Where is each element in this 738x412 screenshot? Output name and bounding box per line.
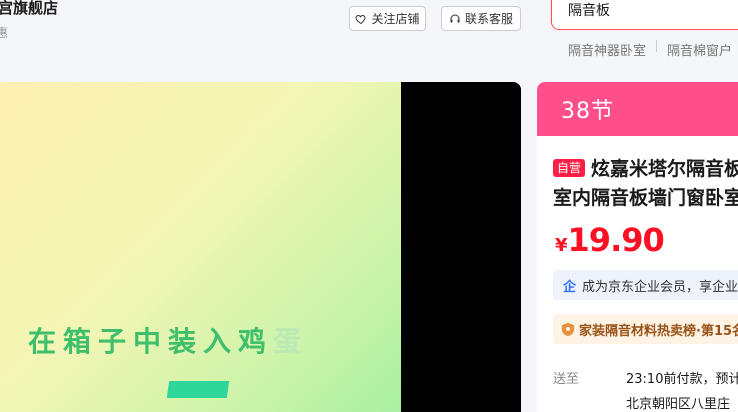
image-caption-main: 在箱子中装入鸡 <box>28 325 274 358</box>
promo-banner: 38节 <box>537 82 738 136</box>
product-price: ¥19.90 <box>555 221 665 259</box>
enterprise-icon: 企 <box>563 279 577 295</box>
heart-icon <box>355 14 367 24</box>
store-name[interactable]: 宫旗舰店 <box>0 0 58 18</box>
hot-word-link[interactable]: 隔音神器卧室 <box>568 40 646 59</box>
delivery-label: 送至 <box>553 372 580 387</box>
enterprise-member-banner[interactable]: 企 成为京东企业会员，享企业 <box>553 270 738 300</box>
store-header: 宫旗舰店 惠 关注店铺 联系客服 隔音神器卧室 隔音棉窗户 <box>0 0 738 70</box>
hot-word-divider <box>656 40 658 52</box>
video-panel[interactable] <box>401 82 521 412</box>
hot-word-link[interactable]: 隔音棉窗户 <box>667 40 732 59</box>
product-main-image[interactable]: 在箱子中装入鸡蛋 <box>0 82 401 412</box>
delivery-time: 23:10前付款，预计 <box>626 372 738 387</box>
contact-service-label: 联系客服 <box>464 12 513 26</box>
image-caption: 在箱子中装入鸡蛋 <box>28 320 308 360</box>
price-currency: ¥ <box>555 235 568 256</box>
follow-store-label: 关注店铺 <box>371 12 420 26</box>
headset-icon <box>450 14 460 22</box>
product-title-line2: 室内隔音板墙门窗卧室 <box>553 187 738 209</box>
promo-title: 38节 <box>561 99 614 124</box>
caption-underline-bar <box>166 381 230 398</box>
search-box[interactable] <box>551 0 738 30</box>
enterprise-text: 成为京东企业会员，享企业 <box>582 279 738 295</box>
delivery-address[interactable]: 北京朝阳区八里庄 <box>626 393 730 412</box>
shield-badge-icon <box>562 322 574 336</box>
contact-service-button[interactable]: 联系客服 <box>441 6 521 31</box>
product-info-panel: 38节 自营 炫嘉米塔尔隔音板 室内隔音板墙门窗卧室 ¥19.90 企 成为京东企… <box>537 82 738 412</box>
price-value: 19.90 <box>567 221 665 259</box>
store-subtitle: 惠 <box>0 26 9 40</box>
bestseller-rank-banner[interactable]: 家装隔音材料热卖榜·第15名 <box>553 314 738 344</box>
hot-search-words: 隔音神器卧室 隔音棉窗户 <box>568 40 732 59</box>
product-gallery[interactable]: 在箱子中装入鸡蛋 <box>0 82 521 412</box>
self-operated-badge: 自营 <box>553 159 586 177</box>
product-title: 自营 炫嘉米塔尔隔音板 室内隔音板墙门窗卧室 <box>553 155 738 213</box>
image-caption-fade: 蛋 <box>273 325 309 358</box>
follow-store-button[interactable]: 关注店铺 <box>349 6 426 31</box>
product-title-line1: 炫嘉米塔尔隔音板 <box>591 158 738 180</box>
rank-text: 家装隔音材料热卖榜·第15名 <box>579 323 738 339</box>
search-input[interactable] <box>568 2 738 18</box>
